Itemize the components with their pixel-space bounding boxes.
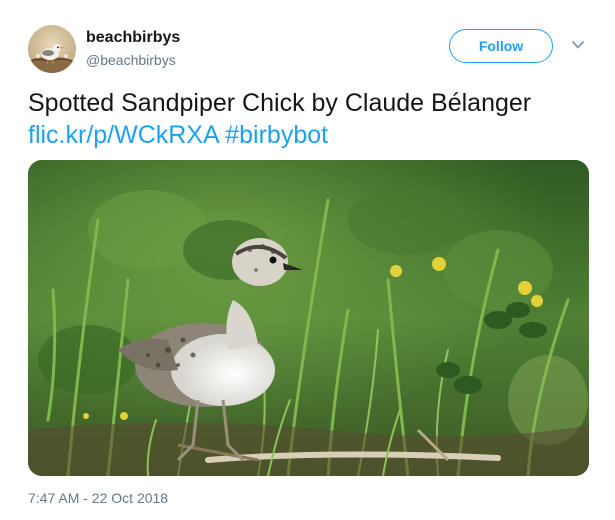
tweet-text: Spotted Sandpiper Chick by Claude Bélang… bbox=[28, 87, 588, 151]
sandpiper-chick-photo bbox=[28, 160, 589, 476]
follow-button[interactable]: Follow bbox=[449, 29, 553, 63]
tweet-timestamp[interactable]: 7:47 AM - 22 Oct 2018 bbox=[28, 490, 168, 506]
tweet-photo[interactable] bbox=[28, 160, 589, 476]
author-display-name[interactable]: beachbirbys bbox=[86, 29, 180, 47]
author-handle[interactable]: @beachbirbys bbox=[86, 52, 176, 68]
tweet-link[interactable]: flic.kr/p/WCkRXA bbox=[28, 121, 218, 149]
chevron-down-icon[interactable] bbox=[571, 40, 585, 50]
tweet-text-body: Spotted Sandpiper Chick by Claude Bélang… bbox=[28, 89, 532, 117]
avatar[interactable] bbox=[28, 25, 76, 73]
tweet-hashtag[interactable]: #birbybot bbox=[225, 121, 328, 149]
bird-avatar-icon bbox=[29, 44, 75, 73]
